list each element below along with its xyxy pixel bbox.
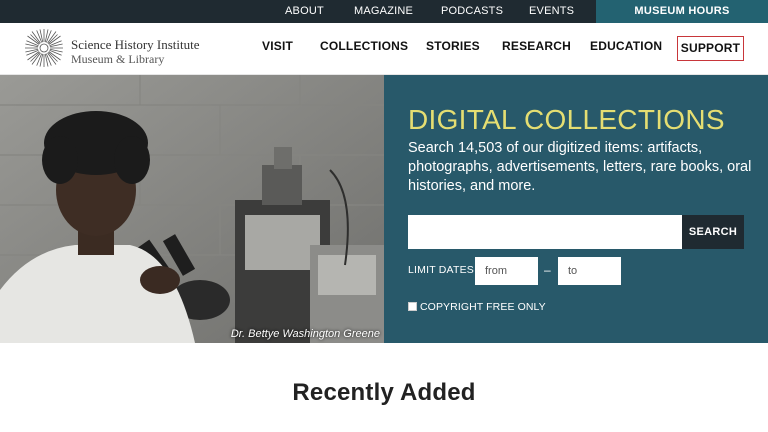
scientist-photo-image [0,75,384,343]
nav-stories[interactable]: STORIES [426,39,480,53]
photo-caption: Dr. Bettye Washington Greene [230,328,380,340]
collections-title: DIGITAL COLLECTIONS [408,104,725,135]
utility-link-magazine[interactable]: MAGAZINE [354,0,413,23]
institute-logo-icon[interactable] [24,28,64,68]
utility-link-about[interactable]: ABOUT [285,0,324,23]
nav-education[interactable]: EDUCATION [590,39,662,53]
hero-photo: Dr. Bettye Washington Greene [0,75,384,343]
nav-research[interactable]: RESEARCH [502,39,571,53]
limit-dates-label: LIMIT DATES [408,264,474,276]
date-to-input[interactable] [558,257,621,285]
digital-collections-panel: DIGITAL COLLECTIONS Search 14,503 of our… [384,75,768,343]
support-button[interactable]: SUPPORT [677,36,744,61]
search-button[interactable]: SEARCH [682,215,744,249]
collections-search-input[interactable] [408,215,682,249]
copyright-free-label[interactable]: COPYRIGHT FREE ONLY [420,301,546,313]
logo-subtitle[interactable]: Museum & Library [71,52,164,67]
copyright-free-checkbox[interactable] [408,302,417,311]
utility-link-podcasts[interactable]: PODCASTS [441,0,503,23]
recently-added-heading: Recently Added [292,379,476,406]
logo-title[interactable]: Science History Institute [71,37,200,53]
museum-hours-button[interactable]: MUSEUM HOURS [596,0,768,23]
collections-description: Search 14,503 of our digitized items: ar… [408,140,752,194]
site-header: Science History Institute Museum & Libra… [0,23,768,75]
utility-bar: ABOUT MAGAZINE PODCASTS EVENTS MUSEUM HO… [0,0,768,23]
nav-visit[interactable]: VISIT [262,39,293,53]
date-from-input[interactable] [475,257,538,285]
nav-collections[interactable]: COLLECTIONS [320,39,408,53]
utility-link-events[interactable]: EVENTS [529,0,574,23]
date-range-dash: – [544,263,551,277]
